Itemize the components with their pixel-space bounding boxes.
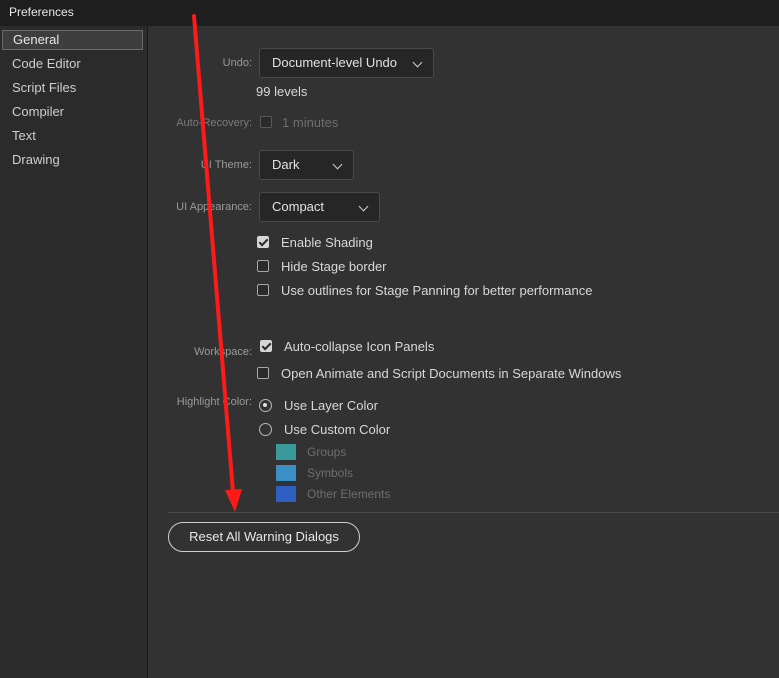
groups-swatch-label: Groups — [307, 445, 347, 459]
sidebar-item-text[interactable]: Text — [2, 126, 143, 146]
chevron-down-icon — [412, 57, 423, 68]
auto-recovery-unit: minutes — [292, 115, 339, 130]
chevron-down-icon — [358, 201, 369, 212]
undo-dropdown[interactable]: Document-level Undo — [259, 48, 434, 78]
auto-recovery-label: Auto-Recovery: — [176, 117, 252, 129]
enable-shading-label: Enable Shading — [281, 235, 373, 250]
auto-recovery-value: 1 — [282, 115, 290, 130]
sidebar-item-script-files[interactable]: Script Files — [2, 78, 143, 98]
sidebar-item-general[interactable]: General — [2, 30, 143, 50]
highlight-color-label: Highlight Color: — [176, 396, 252, 408]
stage-panning-outlines-checkbox[interactable] — [257, 284, 269, 296]
undo-levels-unit: levels — [274, 84, 308, 99]
stage-panning-outlines-label: Use outlines for Stage Panning for bette… — [281, 283, 593, 298]
ui-theme-label: UI Theme: — [200, 159, 252, 171]
undo-label: Undo: — [222, 57, 252, 69]
ui-appearance-dropdown[interactable]: Compact — [259, 192, 380, 222]
use-custom-color-label: Use Custom Color — [284, 422, 391, 437]
ui-appearance-dropdown-value: Compact — [272, 199, 325, 214]
use-layer-color-radio[interactable] — [259, 399, 272, 412]
undo-levels[interactable]: 99 levels — [256, 84, 307, 99]
other-elements-color-swatch[interactable] — [276, 486, 296, 502]
window-title: Preferences — [9, 5, 74, 19]
groups-color-swatch[interactable] — [276, 444, 296, 460]
symbols-swatch-label: Symbols — [307, 466, 354, 480]
auto-recovery-checkbox[interactable] — [260, 116, 272, 128]
ui-theme-dropdown[interactable]: Dark — [259, 150, 354, 180]
ui-appearance-label: UI Appearance: — [176, 201, 252, 213]
other-elements-swatch-label: Other Elements — [307, 487, 391, 501]
hide-stage-border-checkbox[interactable] — [257, 260, 269, 272]
hide-stage-border-label: Hide Stage border — [281, 259, 387, 274]
sidebar: General Code Editor Script Files Compile… — [0, 26, 148, 678]
undo-dropdown-value: Document-level Undo — [272, 55, 398, 70]
sidebar-item-drawing[interactable]: Drawing — [2, 150, 143, 170]
separate-windows-label: Open Animate and Script Documents in Sep… — [281, 366, 622, 381]
chevron-down-icon — [332, 159, 343, 170]
auto-collapse-panels-label: Auto-collapse Icon Panels — [284, 339, 435, 354]
auto-recovery-interval[interactable]: 1 minutes — [282, 115, 338, 130]
sidebar-item-compiler[interactable]: Compiler — [2, 102, 143, 122]
use-custom-color-radio[interactable] — [259, 423, 272, 436]
workspace-label: Workspace: — [194, 346, 252, 358]
enable-shading-checkbox[interactable] — [257, 236, 269, 248]
ui-theme-dropdown-value: Dark — [272, 157, 300, 172]
sidebar-item-code-editor[interactable]: Code Editor — [2, 54, 143, 74]
reset-warning-dialogs-button[interactable]: Reset All Warning Dialogs — [168, 522, 360, 552]
symbols-color-swatch[interactable] — [276, 465, 296, 481]
use-layer-color-label: Use Layer Color — [284, 398, 378, 413]
undo-levels-value: 99 — [256, 84, 271, 99]
title-bar: Preferences — [0, 0, 779, 26]
separate-windows-checkbox[interactable] — [257, 367, 269, 379]
section-divider — [168, 512, 779, 513]
auto-collapse-panels-checkbox[interactable] — [260, 340, 272, 352]
